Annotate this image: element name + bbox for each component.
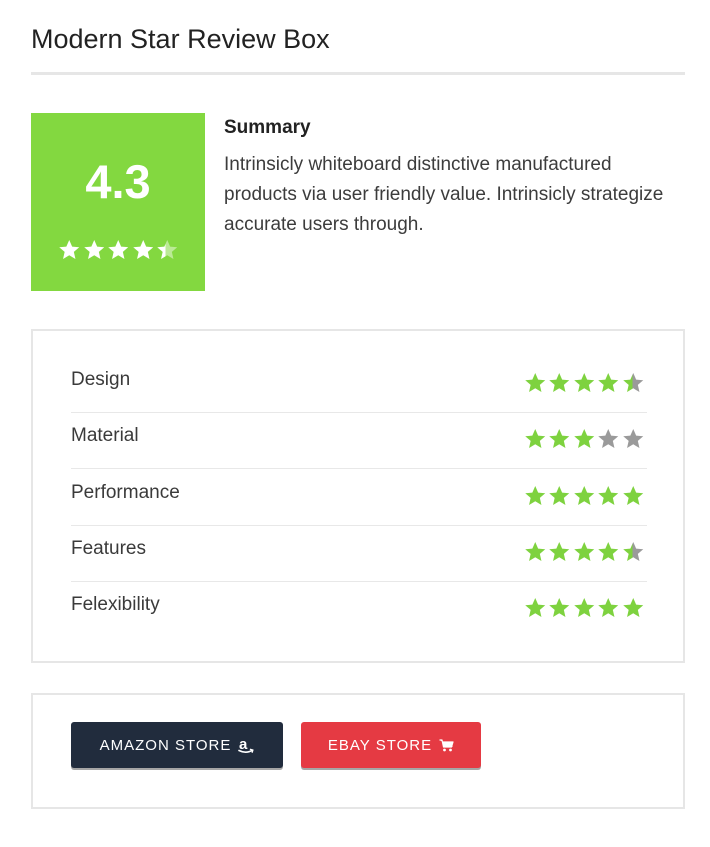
criteria-stars [523,596,646,620]
overall-score-value: 4.3 [85,155,151,208]
star-icon [59,240,80,259]
criteria-row: Material [71,413,647,469]
criteria-row: Performance [71,470,647,526]
star-icon [524,429,545,448]
summary-heading: Summary [224,117,311,138]
criteria-label: Features [71,538,146,559]
star-icon [549,373,570,392]
criteria-label: Design [71,369,131,390]
star-icon [598,598,619,617]
criteria-row: Felexibility [71,582,647,638]
star-icon [573,542,594,561]
star-icon [573,373,594,392]
criteria-stars [523,427,646,451]
amazon-store-label: AMAZON STORE [99,736,232,754]
overall-score-stars [57,238,180,262]
star-icon [524,542,545,561]
cart-icon [439,738,454,752]
star-icon [549,429,570,448]
title-divider [31,72,685,75]
summary-text: Intrinsicly whiteboard distinctive manuf… [224,154,664,235]
star-icon [157,240,178,259]
criteria-stars [523,540,646,564]
criteria-stars [523,484,646,508]
criteria-row: Features [71,526,647,582]
star-icon [598,373,619,392]
star-icon [524,373,545,392]
star-icon [598,429,619,448]
ebay-store-label: EBAY STORE [327,736,433,754]
star-icon [573,598,594,617]
star-icon [83,240,104,259]
star-icon [549,486,570,505]
stores-box: AMAZON STORE a EBAY STORE [31,693,685,809]
star-icon [622,429,643,448]
star-icon [524,486,545,505]
overall-score-box: 4.3 [31,113,205,291]
row-divider [71,468,647,469]
star-icon [524,598,545,617]
criteria-label: Felexibility [71,594,160,615]
star-icon [622,486,643,505]
star-icon [573,429,594,448]
star-icon [598,542,619,561]
star-icon [573,486,594,505]
star-icon [622,373,643,392]
amazon-store-button[interactable]: AMAZON STORE a [71,722,283,768]
criteria-label: Material [71,425,139,446]
page-title: Modern Star Review Box [31,24,330,54]
star-icon [622,598,643,617]
ebay-store-button[interactable]: EBAY STORE [301,722,481,768]
star-icon [108,240,129,259]
criteria-label: Performance [71,482,180,503]
star-icon [549,598,570,617]
star-icon [622,542,643,561]
criteria-box: Design Material Performance Features Fel… [31,329,685,663]
star-icon [598,486,619,505]
star-icon [549,542,570,561]
criteria-stars [523,371,646,395]
star-icon [132,240,153,259]
criteria-row: Design [71,357,647,413]
amazon-icon: a [238,737,255,754]
